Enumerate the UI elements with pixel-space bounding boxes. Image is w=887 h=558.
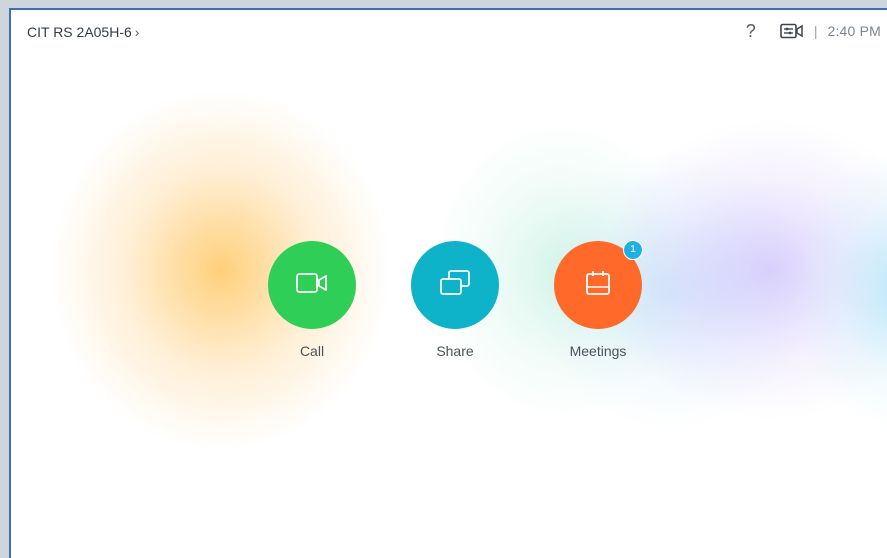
call-label: Call xyxy=(299,343,325,359)
call-button[interactable]: Call xyxy=(267,241,357,359)
meetings-count-badge: 1 xyxy=(623,240,643,260)
call-circle xyxy=(268,241,356,329)
meetings-circle: 1 xyxy=(554,240,643,329)
meetings-button[interactable]: 1 Meetings xyxy=(553,240,643,359)
calendar-icon xyxy=(583,268,613,303)
share-label: Share xyxy=(436,343,474,359)
share-circle xyxy=(411,241,499,329)
share-button[interactable]: Share xyxy=(410,241,500,359)
meetings-label: Meetings xyxy=(569,343,627,359)
home-actions: Call Share 1 Meetings xyxy=(11,10,887,558)
touch-panel-screen: CIT RS 2A05H-6 › ? | 2:40 PM Call Share … xyxy=(9,8,887,558)
video-camera-icon xyxy=(295,271,329,300)
share-screens-icon xyxy=(438,268,472,303)
